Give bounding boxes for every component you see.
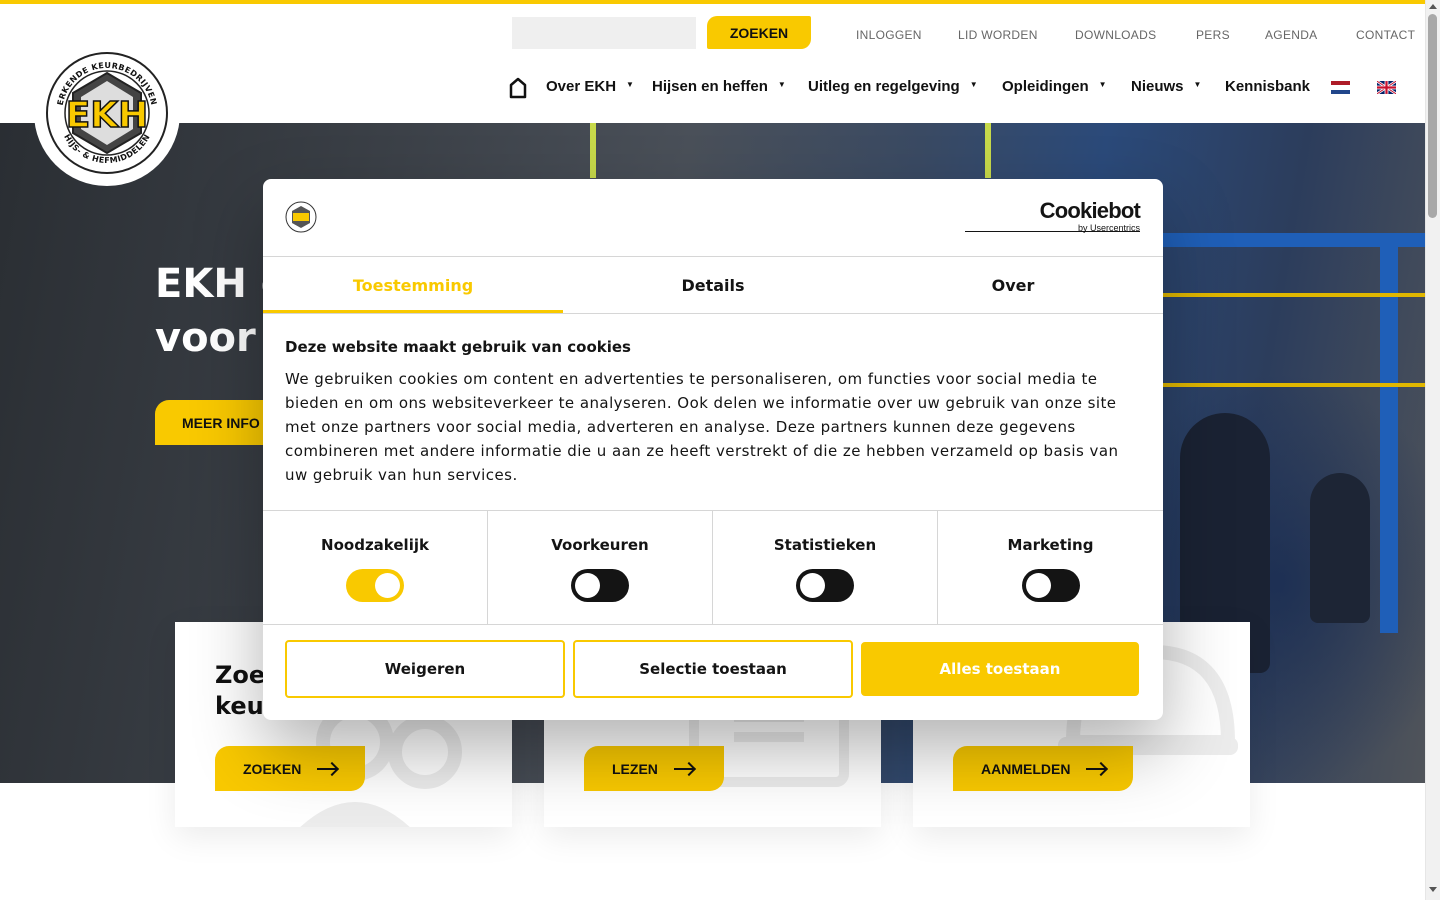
- arrow-right-icon: [317, 762, 339, 776]
- divider: [263, 624, 1163, 625]
- tab-toestemming[interactable]: Toestemming: [263, 257, 563, 314]
- nav-label: Opleidingen: [1002, 78, 1089, 95]
- nav-hijsen-en-heffen[interactable]: Hijsen en heffen ▼: [652, 78, 786, 95]
- toplink-inloggen[interactable]: INLOGGEN: [856, 28, 922, 42]
- button-label: LEZEN: [612, 760, 658, 777]
- nav-nieuws[interactable]: Nieuws ▼: [1131, 78, 1201, 95]
- nav-label: Hijsen en heffen: [652, 78, 768, 95]
- gb-flag-icon[interactable]: [1377, 81, 1396, 94]
- nl-flag-icon[interactable]: [1331, 81, 1350, 94]
- caret-down-icon: ▼: [777, 80, 786, 89]
- hero-bg-worker: [1310, 473, 1370, 623]
- cookiebot-name: Cookiebot: [1039, 198, 1141, 223]
- cookie-heading: Deze website maakt gebruik van cookies: [285, 338, 631, 356]
- hero-title-line2: voor h: [155, 315, 275, 361]
- zoeken-button[interactable]: ZOEKEN: [215, 746, 365, 791]
- ekh-logo[interactable]: ERKENDE KEURBEDRIJVEN HIJS- & HEFMIDDELE…: [34, 40, 180, 186]
- aanmelden-button[interactable]: AANMELDEN: [953, 746, 1133, 791]
- nav-label: Uitleg en regelgeving: [808, 78, 960, 95]
- cookie-body-text: We gebruiken cookies om content en adver…: [285, 370, 1119, 484]
- toggle-voorkeuren[interactable]: [571, 569, 629, 602]
- nav-over-ekh[interactable]: Over EKH ▼: [546, 78, 634, 95]
- category-marketing: Marketing: [938, 511, 1163, 625]
- arrow-right-icon: [673, 762, 696, 776]
- category-label: Noodzakelijk: [321, 536, 429, 554]
- toggle-knob: [800, 573, 825, 598]
- scroll-down-arrow-icon[interactable]: [1429, 887, 1437, 892]
- scroll-up-arrow-icon[interactable]: [1429, 4, 1437, 9]
- category-statistieken: Statistieken: [713, 511, 938, 625]
- toplink-contact[interactable]: CONTACT: [1356, 28, 1415, 42]
- cookiebot-underline: [965, 231, 1140, 232]
- toggle-knob: [1025, 573, 1051, 598]
- toplink-agenda[interactable]: AGENDA: [1265, 28, 1317, 42]
- hero-title-line1: EKH g: [155, 261, 275, 307]
- toggle-marketing[interactable]: [1021, 569, 1080, 602]
- page-scrollbar[interactable]: [1425, 0, 1440, 900]
- hero-bg-chain: [985, 123, 991, 178]
- toggle-knob: [375, 573, 400, 598]
- ekh-small-logo-icon: [285, 201, 317, 233]
- alles-toestaan-button[interactable]: Alles toestaan: [861, 642, 1139, 696]
- cookiebot-brand[interactable]: Cookiebot by Usercentrics: [1038, 198, 1141, 234]
- arrow-right-icon: [1086, 762, 1108, 776]
- category-label: Statistieken: [773, 536, 877, 554]
- toplink-lid-worden[interactable]: LID WORDEN: [958, 28, 1038, 42]
- hero-bg-rail: [1160, 293, 1425, 297]
- button-label: ZOEKEN: [243, 760, 302, 777]
- search-input[interactable]: [512, 17, 696, 49]
- weigeren-button[interactable]: Weigeren: [285, 640, 565, 698]
- site-header: ZOEKEN INLOGGEN LID WORDEN DOWNLOADS PER…: [0, 4, 1425, 123]
- toplink-pers[interactable]: PERS: [1196, 28, 1230, 42]
- ekh-logo-emblem: ERKENDE KEURBEDRIJVEN HIJS- & HEFMIDDELE…: [46, 52, 168, 174]
- toggle-knob: [575, 573, 600, 598]
- home-icon[interactable]: [509, 77, 527, 99]
- divider: [263, 313, 1163, 314]
- hero-title: EKH g voor h: [155, 257, 275, 365]
- category-label: Voorkeuren: [551, 536, 649, 554]
- nav-kennisbank[interactable]: Kennisbank: [1225, 78, 1310, 95]
- hero-bg-rail: [1160, 383, 1425, 387]
- caret-down-icon: ▼: [969, 80, 978, 89]
- toggle-noodzakelijk[interactable]: [346, 569, 404, 602]
- selectie-toestaan-button[interactable]: Selectie toestaan: [573, 640, 853, 698]
- tab-over[interactable]: Over: [863, 257, 1163, 314]
- nav-label: Nieuws: [1131, 78, 1184, 95]
- caret-down-icon: ▼: [626, 80, 634, 89]
- hero-bg-chain: [590, 123, 596, 178]
- category-noodzakelijk: Noodzakelijk: [263, 511, 488, 625]
- lezen-button[interactable]: LEZEN: [584, 746, 724, 791]
- category-voorkeuren: Voorkeuren: [488, 511, 713, 625]
- nav-label: Over EKH: [546, 78, 617, 95]
- tab-details[interactable]: Details: [563, 257, 863, 314]
- scrollbar-thumb[interactable]: [1428, 14, 1437, 218]
- nav-opleidingen[interactable]: Opleidingen ▼: [1002, 78, 1107, 95]
- search-button[interactable]: ZOEKEN: [707, 16, 811, 49]
- cookie-consent-dialog: Cookiebot by Usercentrics Toestemming De…: [263, 179, 1163, 720]
- caret-down-icon: ▼: [1193, 80, 1202, 89]
- toplink-downloads[interactable]: DOWNLOADS: [1075, 28, 1156, 42]
- caret-down-icon: ▼: [1098, 80, 1107, 89]
- category-label: Marketing: [1007, 536, 1094, 554]
- nav-uitleg-en-regelgeving[interactable]: Uitleg en regelgeving ▼: [808, 78, 978, 95]
- logo-brand: EKH: [66, 95, 149, 136]
- toggle-statistieken[interactable]: [796, 569, 854, 602]
- button-label: AANMELDEN: [981, 760, 1071, 777]
